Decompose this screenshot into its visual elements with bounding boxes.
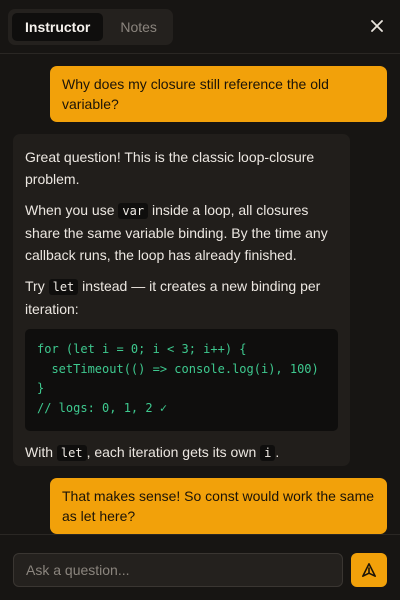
- composer: [0, 534, 400, 600]
- text: .: [275, 444, 280, 460]
- text: Try: [25, 278, 49, 294]
- question-input[interactable]: [13, 553, 343, 587]
- text: With: [25, 444, 57, 460]
- tab-bar: Instructor Notes: [8, 9, 173, 45]
- instructor-panel: Instructor Notes Why does my closure sti…: [0, 0, 400, 600]
- user-message: That makes sense! So const would work th…: [50, 478, 387, 534]
- send-button[interactable]: [351, 553, 387, 587]
- code-block: for (let i = 0; i < 3; i++) { setTimeout…: [25, 329, 338, 431]
- assistant-paragraph: With let, each iteration gets its own i.: [25, 441, 338, 464]
- inline-code: i: [260, 445, 276, 461]
- message-list: Why does my closure still reference the …: [0, 54, 400, 534]
- close-button[interactable]: [368, 17, 386, 35]
- user-message: Why does my closure still reference the …: [50, 66, 387, 122]
- inline-code: let: [48, 279, 79, 295]
- assistant-message: Great question! This is the classic loop…: [13, 134, 350, 466]
- send-icon: [362, 563, 376, 577]
- assistant-paragraph: Great question! This is the classic loop…: [25, 149, 315, 187]
- inline-code: let: [56, 445, 87, 461]
- tab-instructor[interactable]: Instructor: [12, 13, 104, 41]
- inline-code: var: [118, 203, 149, 219]
- panel-header: Instructor Notes: [0, 0, 400, 54]
- text: When you use: [25, 202, 119, 218]
- tab-notes[interactable]: Notes: [107, 13, 170, 41]
- assistant-paragraph: When you use var inside a loop, all clos…: [25, 199, 338, 266]
- text: , each iteration gets its own: [86, 444, 261, 460]
- assistant-paragraph: Try let instead — it creates a new bindi…: [25, 275, 338, 320]
- close-icon: [371, 20, 383, 32]
